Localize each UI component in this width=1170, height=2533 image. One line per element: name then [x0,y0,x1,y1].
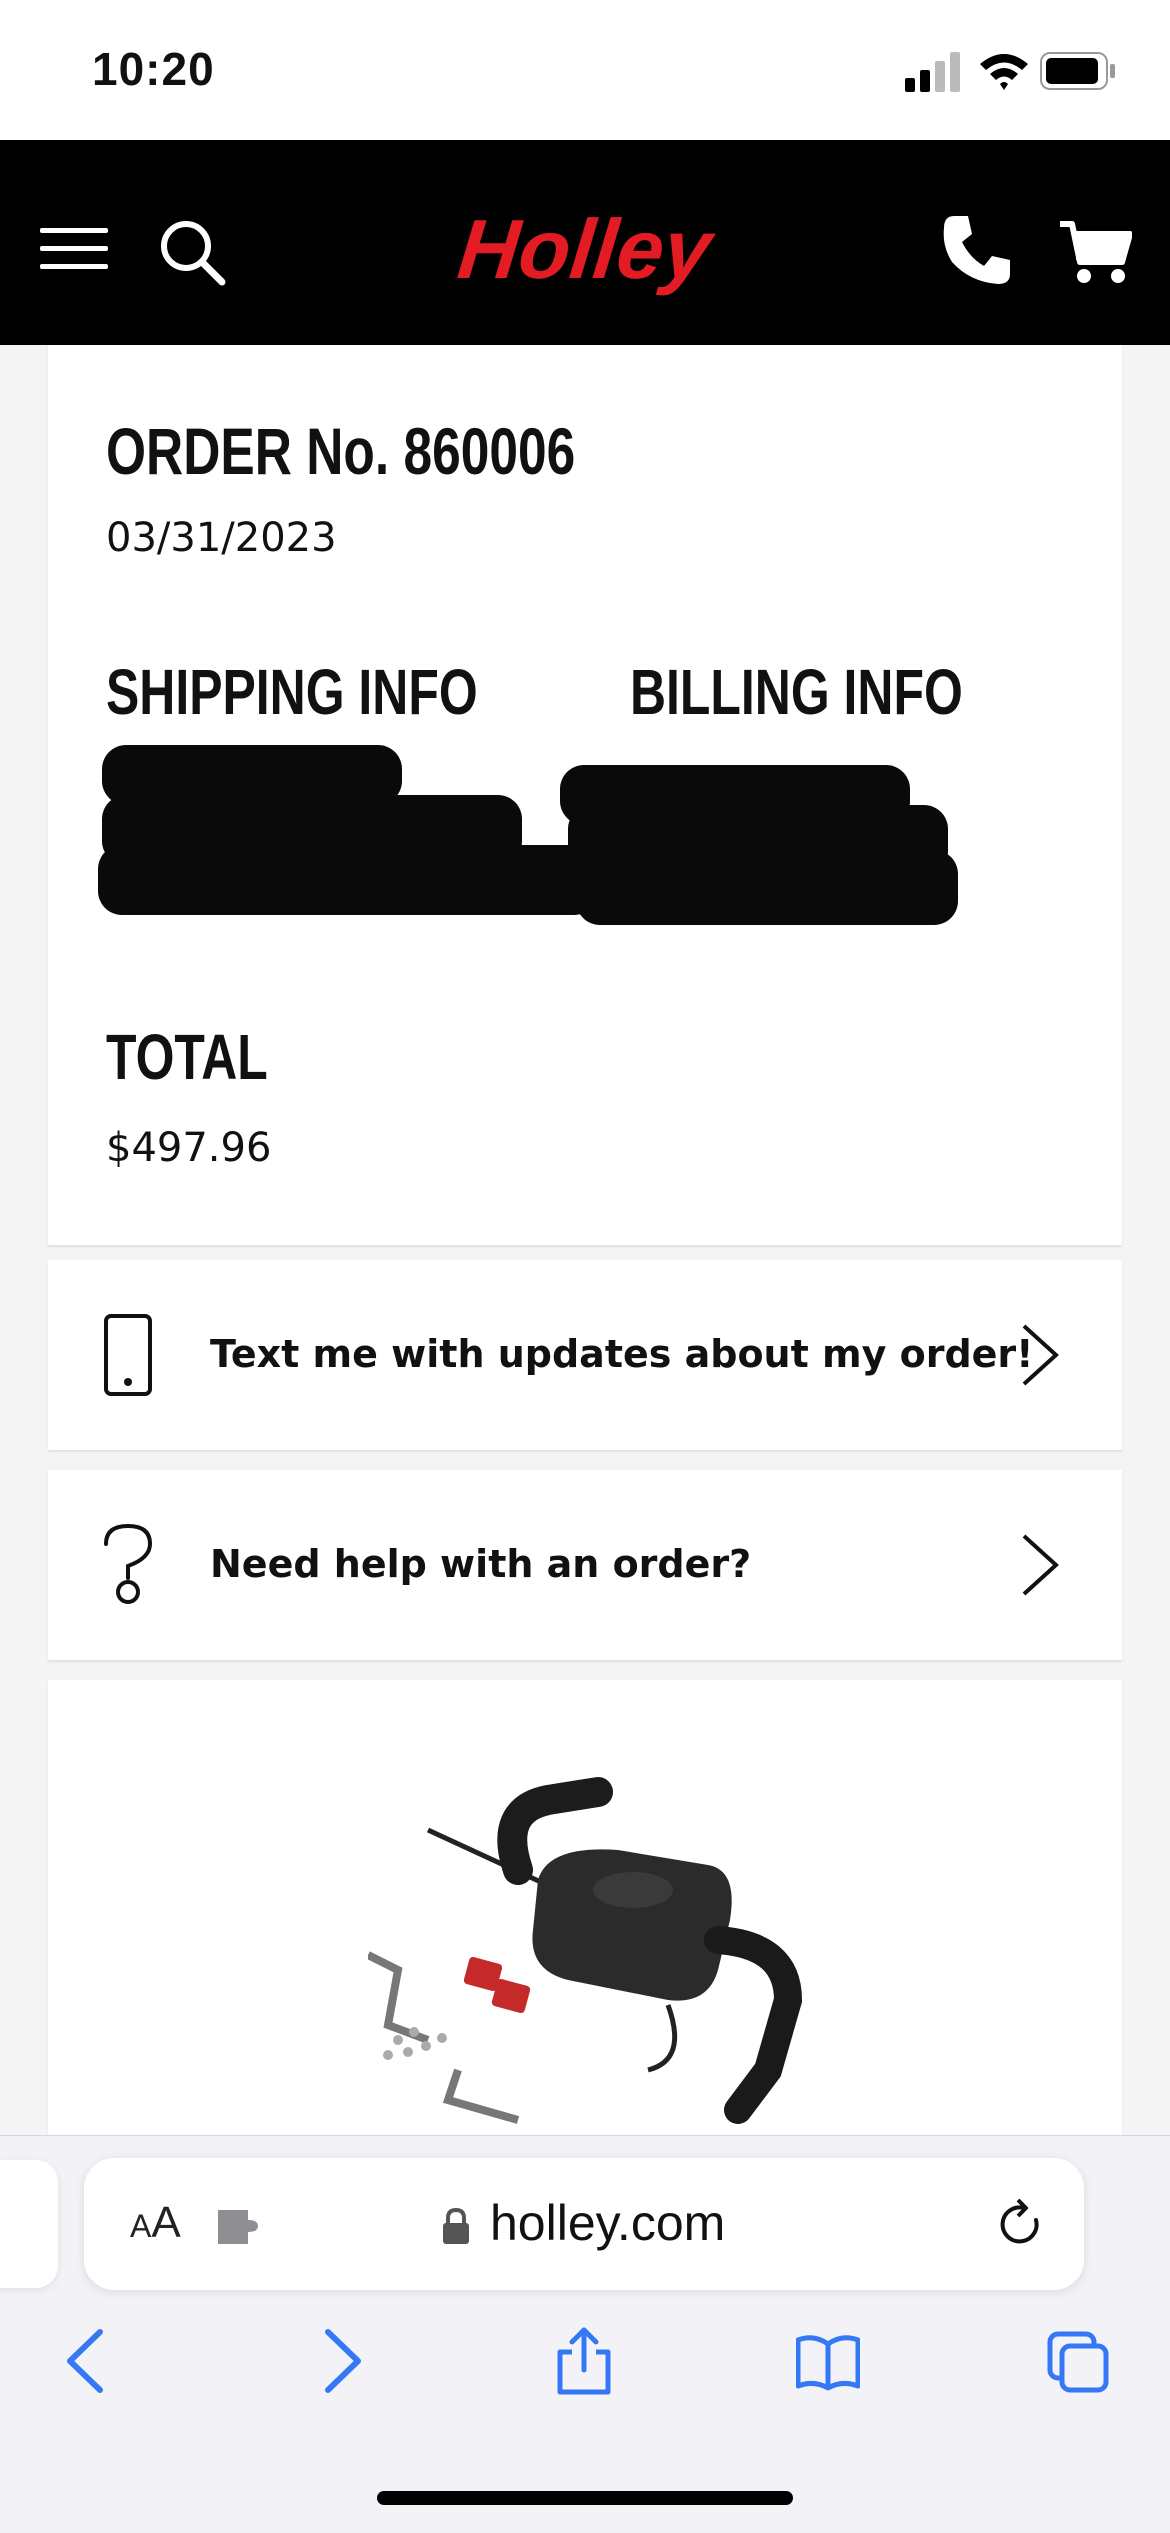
text-updates-label: Text me with updates about my order! [210,1332,1034,1376]
order-summary-card: ORDER No. 860006 03/31/2023 SHIPPING INF… [48,345,1122,1245]
bookmarks-icon[interactable] [796,2326,860,2396]
order-number: ORDER No. 860006 [106,414,576,488]
tabs-icon[interactable] [1046,2326,1110,2396]
chevron-right-icon [1022,1534,1059,1596]
main-content: ORDER No. 860006 03/31/2023 SHIPPING INF… [0,345,1170,2135]
text-updates-row[interactable]: Text me with updates about my order! [48,1260,1122,1450]
site-header: Holley [0,140,1170,345]
wifi-icon [980,54,1028,90]
status-time: 10:20 [92,43,215,95]
search-icon[interactable] [156,216,228,288]
smartphone-icon [104,1314,152,1396]
home-indicator[interactable] [377,2491,793,2505]
svg-text:Holley: Holley [454,202,720,296]
extension-icon[interactable] [214,2204,264,2248]
product-card[interactable] [48,1680,1122,2135]
exhaust-kit-product-image [368,1777,803,2124]
status-bar: 10:20 [0,0,1170,140]
share-icon[interactable] [552,2326,616,2396]
order-date: 03/31/2023 [106,515,337,561]
total-value: $497.96 [106,1125,272,1171]
order-help-label: Need help with an order? [210,1542,752,1586]
previous-tab-preview[interactable] [0,2160,58,2288]
menu-icon[interactable] [40,228,108,270]
back-icon[interactable] [56,2326,120,2396]
lock-icon [443,2207,469,2244]
cellular-signal-icon [905,52,960,92]
chevron-right-icon [1022,1324,1059,1386]
billing-info-heading: BILLING INFO [630,656,963,728]
cart-icon[interactable] [1058,216,1132,286]
address-bar[interactable]: AA holley.com [84,2158,1084,2290]
reload-icon[interactable] [994,2198,1048,2252]
page-settings-button[interactable]: AA [130,2198,181,2248]
total-heading: TOTAL [106,1021,268,1093]
shipping-info-heading: SHIPPING INFO [106,656,478,728]
question-mark-icon [104,1523,153,1604]
order-help-row[interactable]: Need help with an order? [48,1470,1122,1660]
battery-icon [1040,52,1115,90]
phone-icon[interactable] [940,212,1014,286]
holley-logo[interactable]: Holley [440,200,740,300]
forward-icon[interactable] [308,2326,372,2396]
browser-toolbar: AA holley.com [0,2135,1170,2533]
url-domain: holley.com [490,2195,726,2251]
